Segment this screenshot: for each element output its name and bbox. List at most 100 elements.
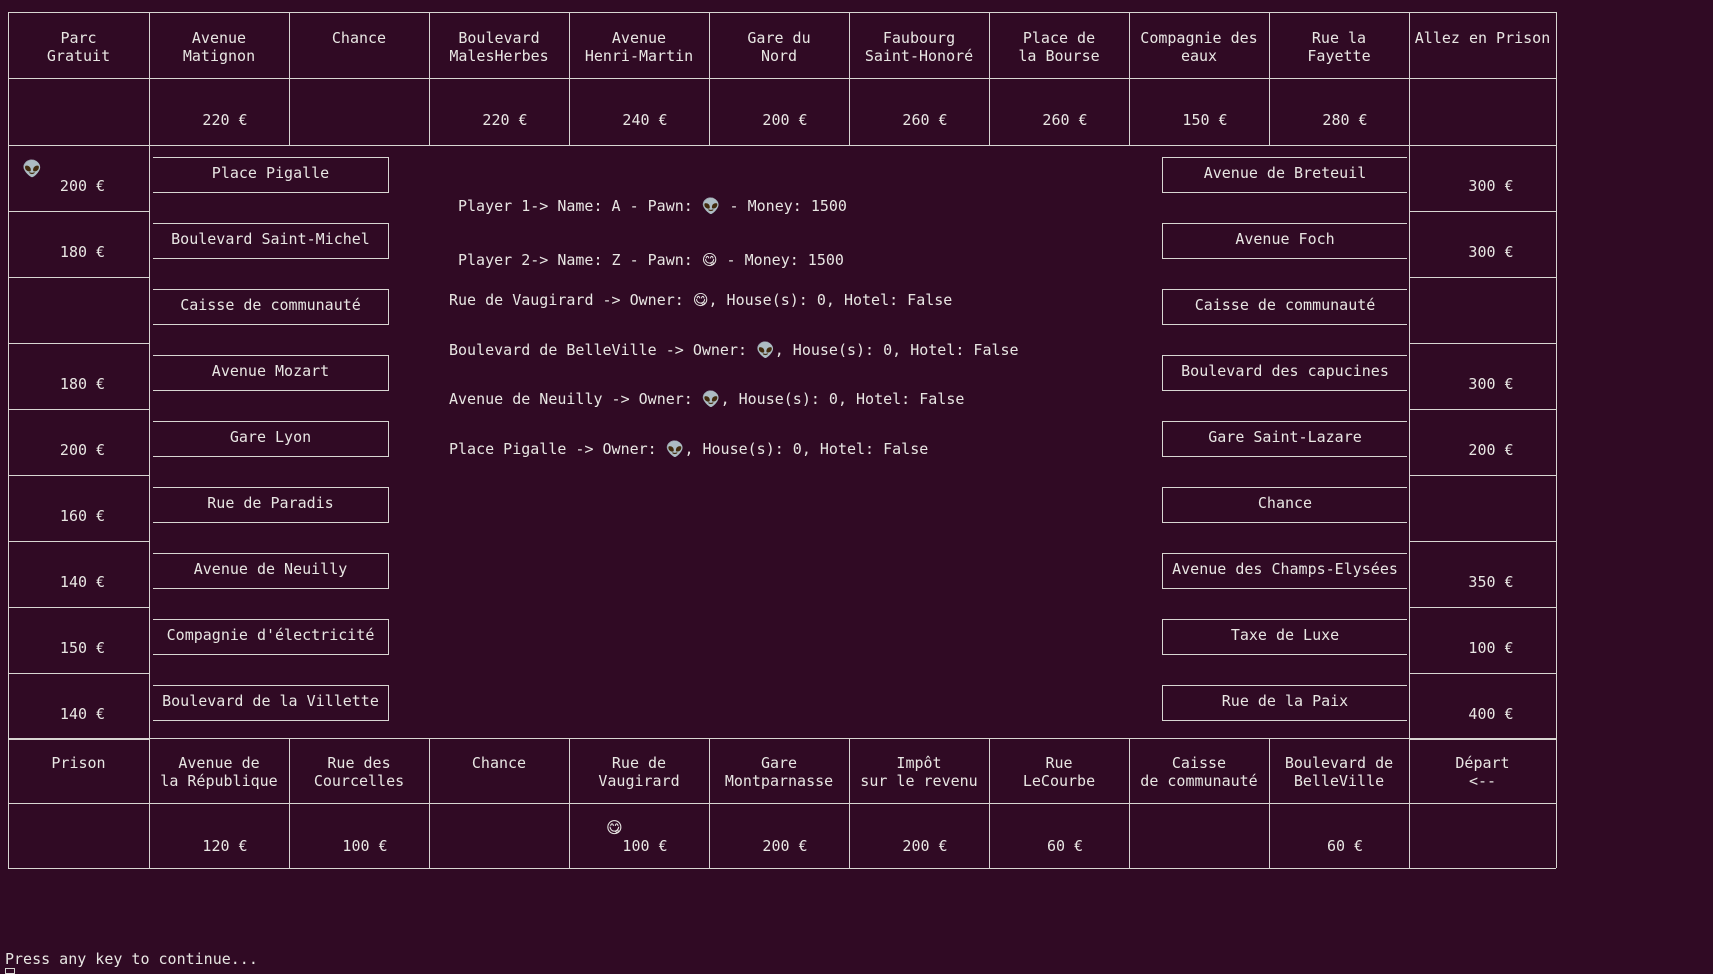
right-column-property-box: Avenue des Champs-Elysées — [1162, 553, 1407, 589]
board-line — [1409, 739, 1556, 740]
board-line — [8, 78, 1556, 79]
bottom_row-cell-name: Rue de Vaugirard — [598, 754, 680, 790]
bottom_row-cell-name: Rue des Courcelles — [313, 754, 405, 790]
top_row-cell-name: Boulevard MalesHerbes — [449, 29, 549, 65]
right-column-property-box: Chance — [1162, 487, 1407, 523]
board-line — [8, 145, 1556, 146]
board-line — [1409, 607, 1556, 608]
bottom_row-cell-name: Chance — [471, 754, 527, 772]
bottom_row-cell-price: 100 € — [622, 837, 668, 855]
board-line — [1409, 343, 1556, 344]
property-name: Avenue Mozart — [211, 362, 330, 380]
board-line — [8, 803, 1556, 804]
right-column-property-box: Gare Saint-Lazare — [1162, 421, 1407, 457]
left-column-price: 180 € — [59, 375, 106, 393]
alien-owner-icon: 👽 — [756, 340, 775, 359]
board-line — [1409, 409, 1556, 410]
top_row-cell-price: 260 € — [902, 111, 948, 129]
board-line — [8, 145, 9, 738]
terminal-cursor — [5, 968, 15, 974]
left-column-property-box: Gare Lyon — [153, 421, 389, 457]
property-name: Boulevard de la Villette — [162, 692, 379, 710]
top_row-cell-name: Avenue Matignon — [182, 29, 256, 65]
property-name: Avenue des Champs-Elysées — [1172, 560, 1398, 578]
yum-owner-icon: 😋 — [692, 291, 709, 309]
board-line — [8, 277, 149, 278]
board-line — [1556, 738, 1557, 868]
left-column-price: 140 € — [59, 705, 106, 723]
right-column-property-box: Avenue Foch — [1162, 223, 1407, 259]
board-line — [1556, 145, 1557, 738]
left-column-price: 140 € — [59, 573, 106, 591]
right-column-price: 350 € — [1468, 573, 1514, 591]
board-line — [8, 673, 149, 674]
top_row-cell-name: Avenue Henri-Martin — [584, 29, 694, 65]
board-line — [1409, 475, 1556, 476]
bottom_row-cell-name: Impôt sur le revenu — [860, 754, 978, 790]
alien-owner-icon: 👽 — [701, 390, 721, 408]
ownership-line: Boulevard de BelleVille -> Owner: 👽, Hou… — [449, 340, 1019, 359]
left-column-property-box: Avenue de Neuilly — [153, 553, 389, 589]
right-column-property-box: Rue de la Paix — [1162, 685, 1407, 721]
property-name: Rue de Paradis — [207, 494, 334, 512]
board-line — [8, 738, 1556, 739]
ownership-line: Avenue de Neuilly -> Owner: 👽, House(s):… — [449, 390, 965, 408]
board-line — [1409, 541, 1556, 542]
alien-pawn-icon: 👽 — [701, 197, 721, 215]
board-line — [8, 739, 149, 740]
property-name: Avenue de Breteuil — [1203, 164, 1367, 182]
right-column-price: 400 € — [1468, 705, 1514, 723]
top_row-cell-name: Gare du Nord — [747, 29, 811, 65]
board-line — [8, 475, 149, 476]
bottom_row-cell-price: 120 € — [202, 837, 248, 855]
player-1-line: Player 1-> Name: A - Pawn: 👽 - Money: 15… — [458, 197, 847, 215]
board-line — [8, 868, 1556, 869]
bottom_row-cell-name: Rue LeCourbe — [1022, 754, 1096, 790]
property-name: Chance — [1257, 494, 1313, 512]
top_row-cell-price: 200 € — [762, 111, 808, 129]
left-column-property-box: Compagnie d'électricité — [153, 619, 389, 655]
left-column-property-box: Caisse de communauté — [153, 289, 389, 325]
top_row-cell-price: 240 € — [622, 111, 668, 129]
board-line — [1409, 145, 1410, 738]
right-column-price: 100 € — [1468, 639, 1514, 657]
top_row-cell-name: Parc Gratuit — [46, 29, 111, 65]
board-line — [8, 211, 149, 212]
top_row-cell-price: 280 € — [1322, 111, 1368, 129]
top_row-cell-name: Faubourg Saint-Honoré — [864, 29, 974, 65]
right-column-price: 300 € — [1468, 177, 1514, 195]
left-column-price: 160 € — [59, 507, 106, 525]
bottom_row-cell-name: Avenue de la République — [160, 754, 278, 790]
board-line — [8, 607, 149, 608]
property-name: Rue de la Paix — [1221, 692, 1349, 710]
left-column-property-box: Boulevard de la Villette — [153, 685, 389, 721]
bottom_row-cell-name: Gare Montparnasse — [724, 754, 834, 790]
property-name: Taxe de Luxe — [1230, 626, 1340, 644]
property-name: Boulevard des capucines — [1181, 362, 1389, 380]
bottom_row-cell-price: 200 € — [902, 837, 948, 855]
left-column-property-box: Boulevard Saint-Michel — [153, 223, 389, 259]
property-name: Caisse de communauté — [180, 296, 361, 314]
top_row-cell-price: 220 € — [202, 111, 248, 129]
ownership-line: Rue de Vaugirard -> Owner: 😋, House(s): … — [449, 291, 953, 309]
board-line — [1409, 211, 1556, 212]
ownership-line: Place Pigalle -> Owner: 👽, House(s): 0, … — [449, 439, 929, 458]
right-column-price: 200 € — [1468, 441, 1514, 459]
board-line — [8, 541, 149, 542]
top_row-cell-price: 150 € — [1182, 111, 1228, 129]
bottom_row-cell-name: Caisse de communauté — [1140, 754, 1258, 790]
bottom_row-cell-price: 100 € — [342, 837, 388, 855]
board-line — [8, 12, 1556, 13]
left-column-property-box: Rue de Paradis — [153, 487, 389, 523]
bottom_row-cell-price: 60 € — [1046, 837, 1084, 855]
continue-prompt: Press any key to continue... — [5, 950, 258, 968]
right-column-price: 300 € — [1468, 375, 1514, 393]
left-column-price: 150 € — [59, 639, 106, 657]
property-name: Gare Saint-Lazare — [1208, 428, 1362, 446]
board-line — [8, 343, 149, 344]
property-name: Avenue de Neuilly — [193, 560, 348, 578]
bottom_row-cell-price: 60 € — [1326, 837, 1364, 855]
top_row-cell-name: Rue la Fayette — [1307, 29, 1371, 65]
board-line — [149, 145, 150, 738]
right-column-property-box: Avenue de Breteuil — [1162, 157, 1407, 193]
